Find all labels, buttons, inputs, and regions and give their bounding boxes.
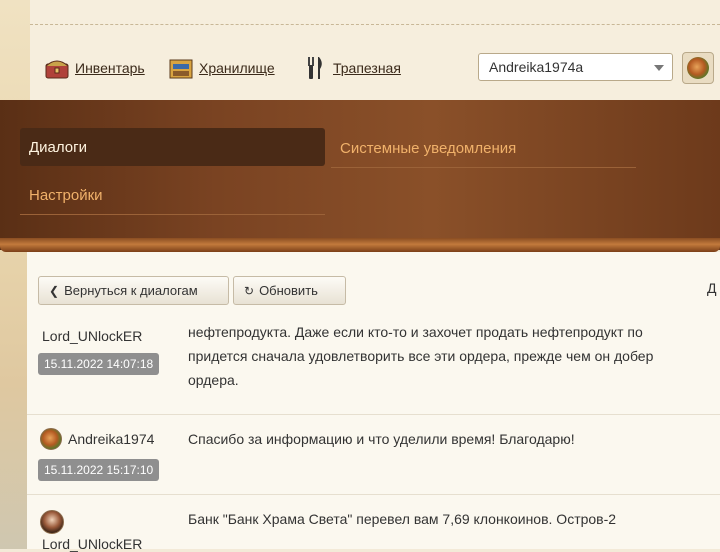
message-text: Банк "Банк Храма Света" перевел вам 7,69… bbox=[188, 507, 616, 531]
author-name: Lord_UNlockER bbox=[42, 536, 143, 552]
fork-knife-icon bbox=[302, 55, 328, 81]
user-select-value: Andreika1974a bbox=[489, 59, 584, 75]
message-line: Банк "Банк Храма Света" перевел вам 7,69… bbox=[188, 511, 617, 527]
avatar-icon bbox=[40, 510, 64, 534]
message-date: 15.11.2022 14:07:18 bbox=[38, 353, 160, 375]
message-line: ордера. bbox=[188, 372, 239, 388]
refresh-label: Обновить bbox=[259, 283, 318, 298]
storage-label: Хранилище bbox=[199, 60, 275, 76]
message-author[interactable]: Lord_UNlockER bbox=[42, 328, 142, 344]
refresh-icon: ↻ bbox=[244, 283, 255, 298]
tabs-panel bbox=[0, 100, 720, 250]
tab-system-notifications[interactable]: Системные уведомления bbox=[331, 130, 636, 168]
author-name: Lord_UNlockER bbox=[42, 328, 143, 344]
chevron-left-icon: ❮ bbox=[49, 283, 60, 298]
message-text: Спасибо за информацию и что уделили врем… bbox=[188, 427, 575, 451]
storage-link[interactable]: Хранилище bbox=[168, 54, 275, 82]
top-divider bbox=[30, 24, 720, 25]
message-line: придется сначала удовлетворить все эти о… bbox=[188, 348, 654, 364]
message-author-avatar[interactable] bbox=[40, 510, 70, 534]
refresh-button[interactable]: ↻ Обновить bbox=[233, 276, 346, 305]
left-decor-strip bbox=[0, 0, 30, 549]
message-author[interactable]: Andreika1974 bbox=[40, 428, 154, 450]
message-author[interactable]: Lord_UNlockER bbox=[42, 536, 142, 552]
inventory-label: Инвентарь bbox=[75, 60, 145, 76]
message-line: Спасибо за информацию и что уделили врем… bbox=[188, 431, 575, 447]
dining-link[interactable]: Трапезная bbox=[302, 54, 401, 82]
message-text: нефтепродукта. Даже если кто-то и захоче… bbox=[188, 320, 653, 392]
panel-edge bbox=[0, 238, 720, 252]
inventory-link[interactable]: Инвентарь bbox=[44, 54, 145, 82]
dining-label: Трапезная bbox=[333, 60, 401, 76]
storage-icon bbox=[168, 55, 194, 81]
tab-dialogs[interactable]: Диалоги bbox=[20, 128, 325, 166]
avatar-button[interactable] bbox=[682, 52, 714, 84]
author-name: Andreika1974 bbox=[68, 431, 155, 447]
user-select[interactable]: Andreika1974a bbox=[478, 53, 673, 81]
chest-icon bbox=[44, 55, 70, 81]
message-date: 15.11.2022 15:17:10 bbox=[38, 459, 160, 481]
tab-settings-label: Настройки bbox=[29, 187, 103, 204]
toolbar-right-text: Д bbox=[707, 280, 717, 296]
message-line: нефтепродукта. Даже если кто-то и захоче… bbox=[188, 324, 643, 340]
back-label: Вернуться к диалогам bbox=[64, 283, 198, 298]
avatar-icon bbox=[687, 57, 709, 79]
back-to-dialogs-button[interactable]: ❮ Вернуться к диалогам bbox=[38, 276, 229, 305]
avatar-icon bbox=[40, 428, 62, 450]
chevron-down-icon bbox=[654, 65, 664, 71]
tab-settings[interactable]: Настройки bbox=[20, 177, 325, 215]
top-bar bbox=[30, 0, 720, 100]
tab-system-label: Системные уведомления bbox=[340, 140, 517, 157]
tab-dialogs-label: Диалоги bbox=[29, 138, 87, 156]
